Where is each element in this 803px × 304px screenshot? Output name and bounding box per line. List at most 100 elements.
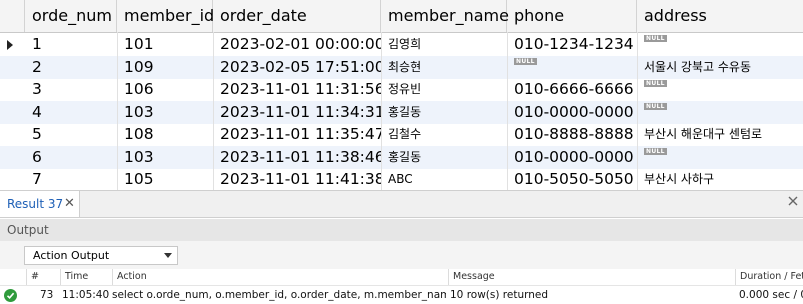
cell-address[interactable]: NULL	[637, 101, 803, 124]
output-row-number: 73	[40, 289, 54, 301]
cell-member-id[interactable]: 105	[117, 168, 213, 190]
column-header-phone[interactable]: phone	[507, 0, 637, 32]
cell-order-date[interactable]: 2023-02-01 00:00:00	[213, 33, 381, 56]
row-header[interactable]	[0, 33, 25, 56]
current-row-arrow-icon	[7, 40, 13, 50]
cell-orde-num[interactable]: 3	[25, 78, 117, 101]
cell-orde-num[interactable]: 1	[25, 33, 117, 56]
column-header-time[interactable]: Time	[60, 269, 112, 285]
column-divider	[507, 32, 508, 190]
result-tab[interactable]: Result 37 ✕	[0, 191, 80, 217]
cell-orde-num[interactable]: 5	[25, 123, 117, 146]
output-row-action: select o.orde_num, o.member_id, o.order_…	[112, 289, 446, 301]
cell-order-date[interactable]: 2023-02-05 17:51:00	[213, 56, 381, 79]
cell-member-id[interactable]: 101	[117, 33, 213, 56]
row-header[interactable]	[0, 78, 25, 101]
cell-address[interactable]: 부산시 사하구	[637, 168, 803, 190]
status-column-header	[0, 269, 26, 285]
null-badge: NULL	[644, 80, 667, 87]
cell-member-name[interactable]: ABC	[381, 168, 507, 190]
cell-order-date[interactable]: 2023-11-01 11:31:56	[213, 78, 381, 101]
cell-order-date[interactable]: 2023-11-01 11:34:31	[213, 101, 381, 124]
cell-order-date[interactable]: 2023-11-01 11:35:47	[213, 123, 381, 146]
column-header-num[interactable]: #	[26, 269, 60, 285]
cell-member-id[interactable]: 103	[117, 101, 213, 124]
column-divider	[117, 32, 118, 190]
output-row-message: 10 row(s) returned	[450, 289, 549, 301]
row-header[interactable]	[0, 123, 25, 146]
row-header[interactable]	[0, 168, 25, 190]
column-header-message[interactable]: Message	[448, 269, 735, 285]
column-header-action[interactable]: Action	[112, 269, 448, 285]
row-header[interactable]	[0, 101, 25, 124]
output-row[interactable]: 73 11:05:40 select o.orde_num, o.member_…	[0, 286, 803, 304]
column-header-address[interactable]: address	[637, 0, 803, 32]
success-check-icon	[4, 289, 17, 302]
result-grid[interactable]: orde_num member_id order_date member_nam…	[0, 0, 803, 190]
row-header[interactable]	[0, 146, 25, 169]
output-type-select[interactable]: Action Output	[24, 246, 178, 265]
cell-address[interactable]: 서울시 강북고 수유동	[637, 56, 803, 79]
cell-orde-num[interactable]: 2	[25, 56, 117, 79]
table-row[interactable]: 4 103 2023-11-01 11:34:31 홍길동 010-0000-0000 N…	[0, 100, 803, 124]
null-badge: NULL	[514, 57, 537, 65]
cell-member-name[interactable]: 김철수	[381, 123, 507, 146]
cell-phone[interactable]: 010-0000-0000	[507, 101, 637, 124]
cell-order-date[interactable]: 2023-11-01 11:41:38	[213, 168, 381, 190]
table-row[interactable]: 2 109 2023-02-05 17:51:00 최승현 NULL 서울시 강북고 수유…	[0, 55, 803, 79]
cell-member-name[interactable]: 최승현	[381, 56, 507, 79]
cell-address[interactable]: NULL	[637, 146, 803, 169]
column-header-order-date[interactable]: order_date	[213, 0, 381, 32]
cell-member-id[interactable]: 109	[117, 56, 213, 79]
output-row-time: 11:05:40	[62, 289, 110, 301]
output-toolbar: Action Output	[0, 241, 803, 269]
cell-member-id[interactable]: 108	[117, 123, 213, 146]
output-row-duration: 0.000 sec / 0	[739, 289, 803, 301]
cell-address[interactable]: NULL	[637, 78, 803, 101]
cell-order-date[interactable]: 2023-11-01 11:38:46	[213, 146, 381, 169]
cell-member-name[interactable]: 홍길동	[381, 146, 507, 169]
output-table-header: # Time Action Message Duration / Fet	[0, 269, 803, 286]
close-panel-icon[interactable]	[787, 195, 799, 207]
column-header-duration[interactable]: Duration / Fet	[735, 269, 803, 285]
cell-phone[interactable]: 010-8888-8888	[507, 123, 637, 146]
cell-orde-num[interactable]: 4	[25, 101, 117, 124]
cell-address[interactable]: NULL	[637, 33, 803, 56]
cell-phone[interactable]: 010-6666-6666	[507, 78, 637, 101]
cell-member-id[interactable]: 103	[117, 146, 213, 169]
cell-member-name[interactable]: 홍길동	[381, 101, 507, 124]
result-tab-label: Result 37	[7, 197, 64, 211]
cell-orde-num[interactable]: 7	[25, 168, 117, 190]
column-header-member-id[interactable]: member_id	[117, 0, 214, 32]
output-panel-title: Output	[0, 219, 803, 241]
column-header-orde-num[interactable]: orde_num	[25, 0, 117, 32]
cell-member-id[interactable]: 106	[117, 78, 213, 101]
grid-header: orde_num member_id order_date member_nam…	[0, 0, 803, 33]
table-row[interactable]: 5 108 2023-11-01 11:35:47 김철수 010-8888-8888 부…	[0, 123, 803, 146]
null-badge: NULL	[644, 35, 667, 42]
cell-phone[interactable]: NULL	[507, 56, 637, 79]
cell-orde-num[interactable]: 6	[25, 146, 117, 169]
output-type-value: Action Output	[33, 249, 110, 262]
cell-phone[interactable]: 010-5050-5050	[507, 168, 637, 190]
cell-phone[interactable]: 010-1234-1234	[507, 33, 637, 56]
cell-member-name[interactable]: 김영희	[381, 33, 507, 56]
close-icon[interactable]: ✕	[64, 191, 75, 217]
row-header[interactable]	[0, 56, 25, 79]
column-header-member-name[interactable]: member_name	[381, 0, 509, 32]
cell-address[interactable]: 부산시 해운대구 센텀로	[637, 123, 803, 146]
table-row[interactable]: 1 101 2023-02-01 00:00:00 김영희 010-1234-1234 N…	[0, 33, 803, 56]
chevron-down-icon	[164, 253, 172, 258]
row-header-corner	[0, 0, 25, 32]
result-tab-strip: Result 37 ✕	[0, 190, 803, 218]
column-divider	[213, 32, 214, 190]
table-row[interactable]: 7 105 2023-11-01 11:41:38 ABC 010-5050-5050 부…	[0, 168, 803, 190]
cell-phone[interactable]: 010-0000-0000	[507, 146, 637, 169]
column-divider	[637, 32, 638, 190]
null-badge: NULL	[644, 147, 667, 155]
cell-member-name[interactable]: 정유빈	[381, 78, 507, 101]
table-row[interactable]: 3 106 2023-11-01 11:31:56 정유빈 010-6666-6666 N…	[0, 78, 803, 101]
column-divider	[381, 32, 382, 190]
table-row[interactable]: 6 103 2023-11-01 11:38:46 홍길동 010-0000-0000 N…	[0, 145, 803, 169]
null-badge: NULL	[644, 102, 667, 110]
